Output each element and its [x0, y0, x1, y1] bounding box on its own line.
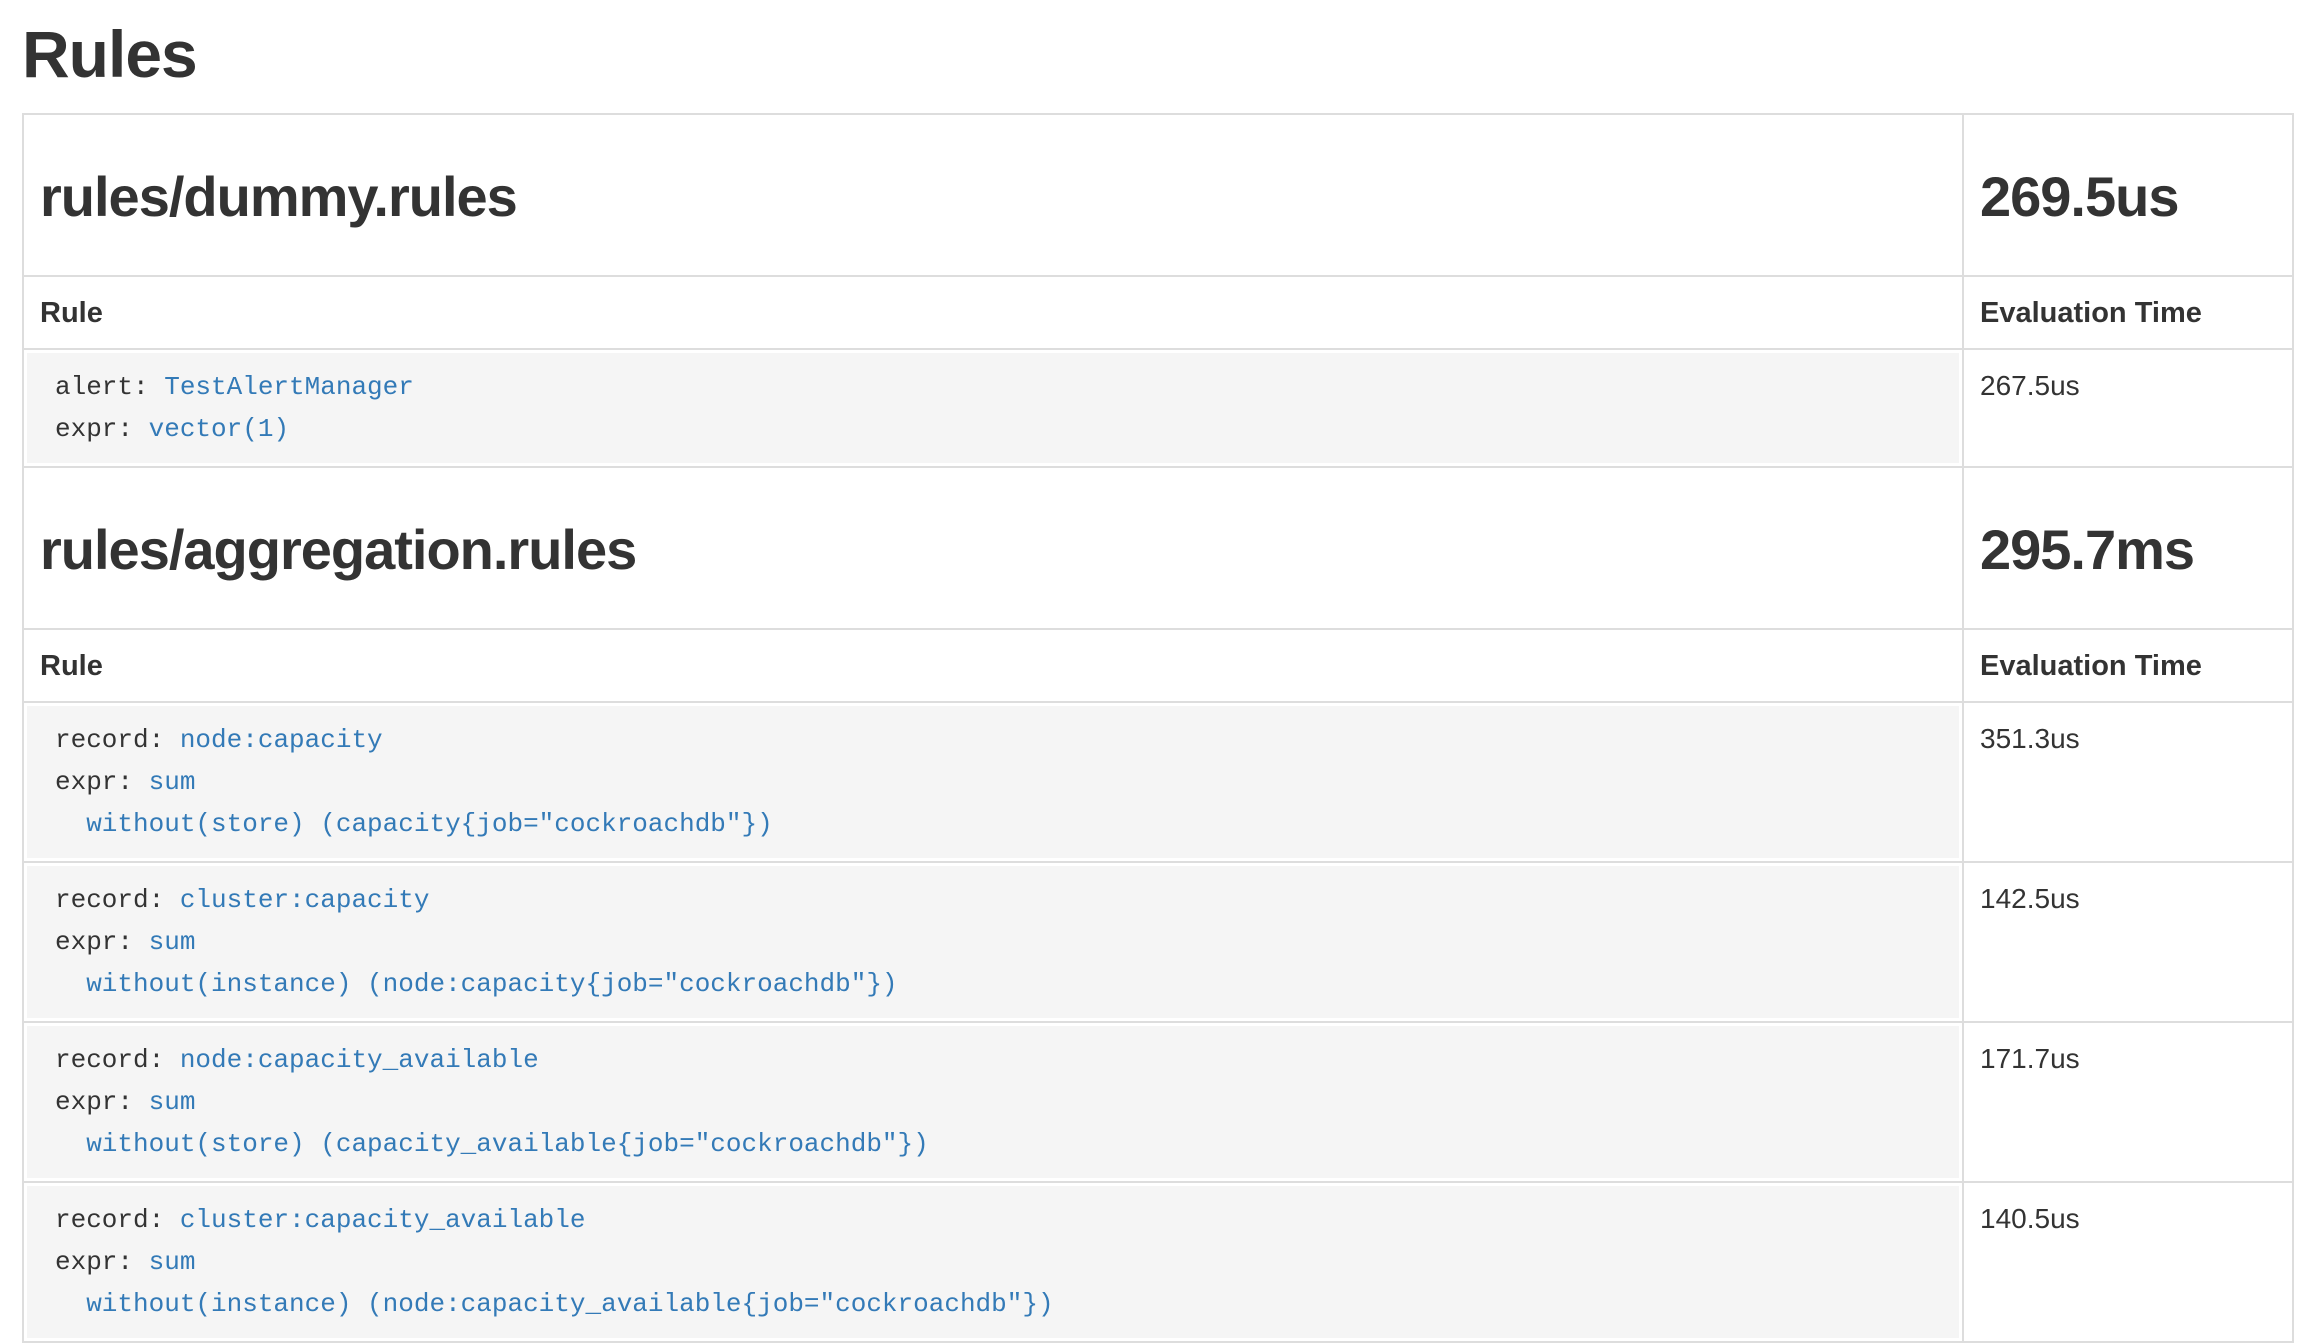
- rule-group-time-cell: 269.5us: [1963, 114, 2293, 276]
- rule-link[interactable]: sum: [149, 1087, 196, 1117]
- page-title: Rules: [22, 18, 2294, 91]
- rule-definition-cell: record: cluster:capacity_available expr:…: [23, 1182, 1963, 1342]
- rule-column-header: Rule: [23, 276, 1963, 349]
- rule-definition-cell: record: node:capacity_available expr: su…: [23, 1022, 1963, 1182]
- rules-table: rules/dummy.rules 269.5us Rule Evaluatio…: [22, 113, 2294, 1343]
- rule-group-file: rules/dummy.rules: [40, 163, 1946, 231]
- rule-link[interactable]: sum: [149, 1247, 196, 1277]
- evaluation-time-column-header: Evaluation Time: [1963, 276, 2293, 349]
- rule-definition-cell: record: cluster:capacity expr: sum witho…: [23, 862, 1963, 1022]
- rule-evaluation-time: 140.5us: [1963, 1182, 2293, 1342]
- rule-link[interactable]: cluster:capacity_available: [180, 1205, 586, 1235]
- rule-link[interactable]: node:capacity_available: [180, 1045, 539, 1075]
- rules-table-body: rules/dummy.rules 269.5us Rule Evaluatio…: [23, 114, 2293, 1342]
- rule-row: record: node:capacity expr: sum without(…: [23, 702, 2293, 862]
- rules-page: Rules rules/dummy.rules 269.5us Rule Eva…: [0, 18, 2316, 1343]
- rule-link[interactable]: vector(1): [149, 414, 289, 444]
- column-header-row: Rule Evaluation Time: [23, 629, 2293, 702]
- rule-link[interactable]: sum: [149, 927, 196, 957]
- rule-column-header: Rule: [23, 629, 1963, 702]
- rule-link[interactable]: without(instance) (node:capacity{job="co…: [55, 969, 898, 999]
- rule-evaluation-time: 351.3us: [1963, 702, 2293, 862]
- rule-link[interactable]: without(store) (capacity{job="cockroachd…: [55, 809, 773, 839]
- rule-group-header-row: rules/aggregation.rules 295.7ms: [23, 467, 2293, 629]
- rule-row: record: cluster:capacity expr: sum witho…: [23, 862, 2293, 1022]
- rule-row: record: node:capacity_available expr: su…: [23, 1022, 2293, 1182]
- rule-link[interactable]: TestAlertManager: [164, 372, 414, 402]
- rule-definition: record: cluster:capacity_available expr:…: [27, 1186, 1959, 1338]
- rule-evaluation-time: 142.5us: [1963, 862, 2293, 1022]
- rule-row: record: cluster:capacity_available expr:…: [23, 1182, 2293, 1342]
- rule-group-time-cell: 295.7ms: [1963, 467, 2293, 629]
- rule-evaluation-time: 171.7us: [1963, 1022, 2293, 1182]
- rule-definition-cell: record: node:capacity expr: sum without(…: [23, 702, 1963, 862]
- rule-group-evaluation-time: 295.7ms: [1980, 516, 2276, 584]
- evaluation-time-column-header: Evaluation Time: [1963, 629, 2293, 702]
- rule-evaluation-time: 267.5us: [1963, 349, 2293, 467]
- rule-definition: record: node:capacity expr: sum without(…: [27, 706, 1959, 858]
- rule-link[interactable]: cluster:capacity: [180, 885, 430, 915]
- rule-link[interactable]: sum: [149, 767, 196, 797]
- rule-definition-cell: alert: TestAlertManager expr: vector(1): [23, 349, 1963, 467]
- rule-definition: record: node:capacity_available expr: su…: [27, 1026, 1959, 1178]
- rule-definition: alert: TestAlertManager expr: vector(1): [27, 353, 1959, 463]
- rule-group-file-cell: rules/aggregation.rules: [23, 467, 1963, 629]
- rule-group-header-row: rules/dummy.rules 269.5us: [23, 114, 2293, 276]
- rule-link[interactable]: without(instance) (node:capacity_availab…: [55, 1289, 1054, 1319]
- rule-link[interactable]: node:capacity: [180, 725, 383, 755]
- rule-group-file-cell: rules/dummy.rules: [23, 114, 1963, 276]
- rule-link[interactable]: without(store) (capacity_available{job="…: [55, 1129, 929, 1159]
- rule-group-evaluation-time: 269.5us: [1980, 163, 2276, 231]
- rule-row: alert: TestAlertManager expr: vector(1) …: [23, 349, 2293, 467]
- column-header-row: Rule Evaluation Time: [23, 276, 2293, 349]
- rule-group-file: rules/aggregation.rules: [40, 516, 1946, 584]
- rule-definition: record: cluster:capacity expr: sum witho…: [27, 866, 1959, 1018]
